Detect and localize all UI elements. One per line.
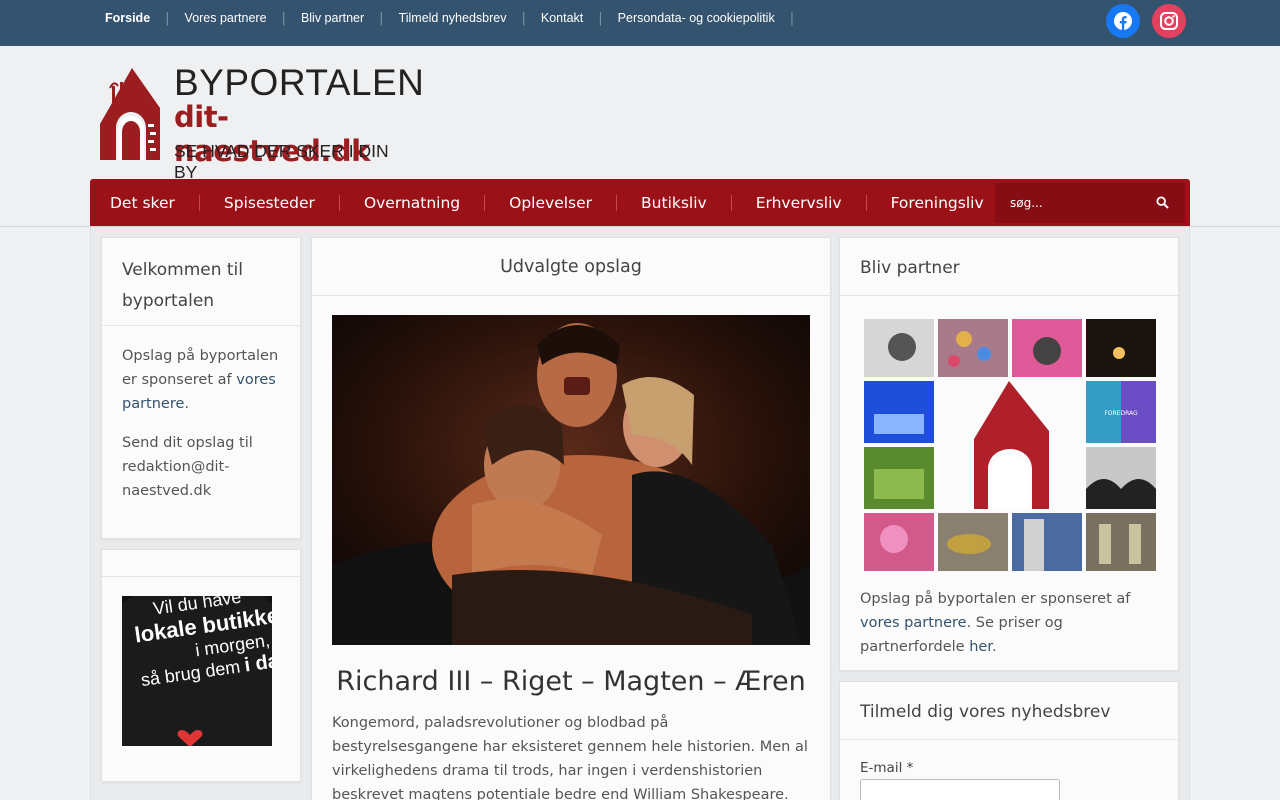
separator bbox=[616, 194, 618, 211]
nav-erhvervsliv[interactable]: Erhvervsliv bbox=[736, 194, 862, 212]
search-input[interactable] bbox=[995, 196, 1145, 210]
text: . bbox=[991, 639, 997, 655]
heart-icon bbox=[177, 730, 203, 746]
topnav-tilmeld-nyhedsbrev[interactable]: Tilmeld nyhedsbrev bbox=[384, 11, 522, 25]
email-label: E-mail * bbox=[860, 760, 914, 776]
partners-link[interactable]: vores partnere bbox=[860, 615, 967, 631]
logo-title: BYPORTALEN bbox=[174, 62, 425, 103]
topnav-forside[interactable]: Forside bbox=[90, 11, 165, 25]
separator: | bbox=[789, 10, 795, 26]
instagram-icon bbox=[1160, 12, 1178, 30]
topnav-kontakt[interactable]: Kontakt bbox=[526, 11, 598, 25]
widget-title: Velkommen til byportalen bbox=[102, 238, 300, 326]
top-navigation: Forside | Vores partnere | Bliv partner | T… bbox=[90, 0, 794, 36]
nav-spisesteder[interactable]: Spisesteder bbox=[204, 194, 335, 212]
welcome-text: Opslag på byportalen er sponseret af vor… bbox=[122, 344, 280, 416]
facebook-link[interactable] bbox=[1106, 4, 1140, 38]
welcome-widget: Velkommen til byportalen Opslag på bypor… bbox=[101, 237, 301, 539]
search-box bbox=[995, 183, 1185, 223]
logo-tagline: SE HVAD DER SKER I DIN BY bbox=[174, 141, 389, 182]
widget-title: Tilmeld dig vores nyhedsbrev bbox=[840, 682, 1178, 740]
separator bbox=[198, 194, 200, 211]
search-icon[interactable] bbox=[1156, 196, 1169, 209]
featured-post-image[interactable] bbox=[332, 315, 810, 645]
topnav-persondata[interactable]: Persondata- og cookiepolitik bbox=[603, 11, 790, 25]
nav-det-sker[interactable]: Det sker bbox=[90, 194, 195, 212]
pricing-link[interactable]: her bbox=[969, 639, 992, 655]
collage-label: FOREDRAG bbox=[1104, 410, 1138, 417]
nav-overnatning[interactable]: Overnatning bbox=[344, 194, 480, 212]
nav-foreningsliv[interactable]: Foreningsliv bbox=[871, 194, 1004, 212]
separator bbox=[865, 194, 867, 211]
text: . bbox=[184, 396, 190, 412]
post-excerpt: Kongemord, paladsrevolutioner og blodbad… bbox=[332, 715, 808, 800]
site-logo[interactable]: BYPORTALEN dit-naestved.dk SE HVAD DER S… bbox=[98, 62, 424, 182]
partner-text: Opslag på byportalen er sponseret af vor… bbox=[860, 587, 1160, 659]
featured-posts: Udvalgte opslag Richard III – Riget – Ma… bbox=[311, 237, 831, 800]
tower-logo-icon bbox=[100, 68, 160, 160]
separator bbox=[730, 194, 732, 211]
post-title[interactable]: Richard III – Riget – Magten – Æren bbox=[312, 666, 830, 697]
nav-butiksliv[interactable]: Butiksliv bbox=[621, 194, 727, 212]
ad-widget: Vil du have lokale butikker i morgen, så… bbox=[101, 549, 301, 782]
partner-widget: Bliv partner FOREDRAG Opslag på byportal… bbox=[839, 237, 1179, 671]
featured-heading: Udvalgte opslag bbox=[312, 238, 830, 296]
top-bar: Forside | Vores partnere | Bliv partner | T… bbox=[0, 0, 1280, 46]
submit-text: Send dit opslag til redaktion@dit-naestv… bbox=[122, 435, 253, 499]
collage: FOREDRAG bbox=[864, 319, 1156, 571]
topnav-vores-partnere[interactable]: Vores partnere bbox=[170, 11, 282, 25]
facebook-icon bbox=[1114, 12, 1132, 30]
partner-collage-image[interactable]: FOREDRAG bbox=[864, 319, 1156, 571]
email-field[interactable] bbox=[860, 779, 1060, 800]
text: Opslag på byportalen er sponseret af bbox=[860, 591, 1131, 607]
separator bbox=[338, 194, 340, 211]
instagram-link[interactable] bbox=[1152, 4, 1186, 38]
local-shops-ad[interactable]: Vil du have lokale butikker i morgen, så… bbox=[122, 596, 272, 746]
widget-title: Bliv partner bbox=[840, 238, 1178, 296]
separator bbox=[484, 194, 486, 211]
topnav-bliv-partner[interactable]: Bliv partner bbox=[286, 11, 379, 25]
widget-title bbox=[102, 550, 300, 577]
newsletter-widget: Tilmeld dig vores nyhedsbrev E-mail * bbox=[839, 681, 1179, 800]
nav-oplevelser[interactable]: Oplevelser bbox=[489, 194, 612, 212]
poster-image bbox=[332, 315, 810, 645]
